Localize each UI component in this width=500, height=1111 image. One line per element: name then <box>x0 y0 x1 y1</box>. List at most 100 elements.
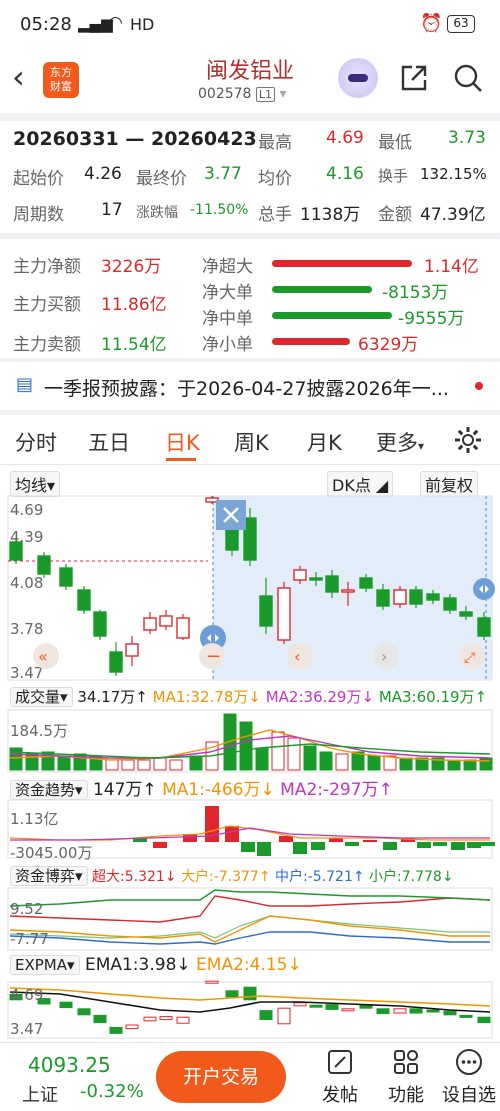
range-right-handle[interactable] <box>473 578 495 600</box>
capital-ma2-line <box>10 827 490 841</box>
candle-body <box>159 615 173 627</box>
capital-bar <box>311 842 325 850</box>
mini-candle <box>376 1008 390 1015</box>
candle-body <box>376 589 390 607</box>
volume-bar <box>9 747 23 771</box>
periods-value: 17 <box>101 200 123 220</box>
volume-select[interactable]: 成交量▾ <box>10 687 73 707</box>
candle-body <box>59 567 73 587</box>
mini-candle <box>59 1001 73 1009</box>
volume-bar <box>239 721 253 771</box>
trade-button[interactable]: 开户交易 <box>156 1051 286 1103</box>
expand-icon: ⤢ <box>464 650 475 666</box>
mini-candle <box>409 1008 423 1014</box>
expma-axis-top: 4.69 <box>10 986 43 1004</box>
candle-body <box>443 597 457 611</box>
expma-axis-bottom: 3.47 <box>10 1020 43 1038</box>
capital-bar <box>433 842 447 846</box>
capital-axis-top: 1.13亿 <box>10 810 58 828</box>
post-button[interactable]: 发帖 <box>314 1047 366 1109</box>
volume-bar <box>303 745 317 771</box>
price-tick: 4.69 <box>10 501 43 519</box>
tab-weekly-k[interactable]: 周K <box>234 427 269 457</box>
volume-axis-label: 184.5万 <box>10 722 68 740</box>
more-icon <box>456 1049 482 1075</box>
status-bar: 05:28 ▂▄▆ ◠ HD ⏰ 63 <box>0 0 500 50</box>
eastmoney-logo[interactable]: 东方 财富 <box>43 62 79 98</box>
notice-bar[interactable]: ▤ 一季报预披露：于2026-04-27披露2026年一... <box>0 364 500 408</box>
candle-body <box>426 593 440 601</box>
volume-bar <box>57 755 71 771</box>
status-time: 05:28 <box>20 14 72 35</box>
battery-icon: 63 <box>447 15 475 33</box>
capital-bar <box>293 842 307 854</box>
edit-icon <box>328 1050 352 1074</box>
share-icon[interactable] <box>398 62 430 94</box>
mini-candle <box>426 1009 440 1013</box>
mini-candle <box>143 1016 157 1022</box>
level-badge: L1 <box>255 87 276 102</box>
tab-more[interactable]: 更多▾ <box>376 427 424 457</box>
tab-monthly-k[interactable]: 月K <box>307 427 342 457</box>
capital-trend-select[interactable]: 资金趋势▾ <box>10 780 88 800</box>
wifi-icon: ◠ <box>108 13 123 33</box>
capital-game-select[interactable]: 资金博弈▾ <box>10 866 88 886</box>
capital-bar <box>257 842 271 856</box>
small-order-line <box>9 889 491 907</box>
function-button[interactable]: 功能 <box>380 1047 432 1109</box>
divider <box>0 113 500 121</box>
double-chevron-left-icon: « <box>38 647 48 666</box>
start-value: 4.26 <box>84 164 122 184</box>
volume-bar <box>153 757 167 771</box>
super-large-bar <box>272 260 412 267</box>
capital-axis-bottom: -3045.00万 <box>10 844 92 860</box>
candle-body <box>176 617 190 639</box>
capital-trend-legend: 资金趋势▾ 147万↑ MA1:-466万↓ MA2:-297万↑ <box>10 775 500 800</box>
capital-game-legend: 资金博弈▾ 超大:5.321↓ 大户:-7.377↑ 中户:-5.721↑ 小户… <box>10 865 500 886</box>
search-icon[interactable] <box>452 62 484 94</box>
mini-candle <box>341 1008 355 1012</box>
candle-body <box>109 651 123 673</box>
add-watchlist-button[interactable]: 设自选 <box>438 1047 500 1109</box>
candle-body <box>409 589 423 605</box>
gear-icon[interactable] <box>453 425 483 455</box>
turnover-value: 132.15% <box>420 165 487 183</box>
price-tick: 4.39 <box>10 528 43 546</box>
capital-bar <box>345 842 359 846</box>
divider <box>0 464 500 465</box>
candle-body <box>93 611 107 637</box>
mini-candle <box>77 1008 91 1016</box>
volume-chart: 184.5万 <box>7 709 493 773</box>
mini-candle <box>443 1010 457 1016</box>
small-bar <box>272 338 350 345</box>
back-icon[interactable]: ‹ <box>12 58 25 96</box>
chevron-down-icon[interactable]: ▾ <box>280 86 287 102</box>
divider <box>0 410 500 415</box>
main-net-value: 3226万 <box>101 257 162 277</box>
capital-bar <box>279 836 293 842</box>
tab-5day[interactable]: 五日 <box>88 427 130 457</box>
expma-legend: EXPMA▾ EMA1:3.98↓ EMA2:4.15↓ <box>10 955 500 975</box>
expma-select[interactable]: EXPMA▾ <box>10 955 80 975</box>
volume-bar <box>189 755 203 771</box>
range-summary: 20260331 — 20260423 最高 4.69 最低 3.73 起始价 … <box>13 128 487 225</box>
price-tick: 4.08 <box>10 574 43 592</box>
candle-body <box>359 577 373 589</box>
divider <box>0 233 500 239</box>
price-tick: 3.78 <box>10 620 43 638</box>
tab-daily-k[interactable]: 日K <box>165 427 200 457</box>
volume-bar <box>319 751 333 771</box>
medium-value: -9555万 <box>398 309 465 329</box>
mini-candle <box>109 1026 123 1034</box>
end-value: 3.77 <box>204 164 242 184</box>
candle-body <box>341 589 355 593</box>
divider <box>0 358 500 362</box>
capital-bar <box>153 842 167 848</box>
assistant-robot-icon[interactable] <box>338 58 378 98</box>
kline-chart[interactable]: 4.69 4.39 4.08 3.78 3.47 « − ‹ › ⤢ <box>0 494 500 684</box>
tab-intraday[interactable]: 分时 <box>15 427 57 457</box>
bottom-bar: 4093.25 上证 -0.32% 开户交易 发帖 功能 设自选 <box>0 1042 500 1111</box>
candle-body <box>325 575 339 593</box>
index-ticker[interactable]: 4093.25 上证 -0.32% <box>0 1043 150 1111</box>
amount-value: 47.39亿 <box>420 205 486 225</box>
